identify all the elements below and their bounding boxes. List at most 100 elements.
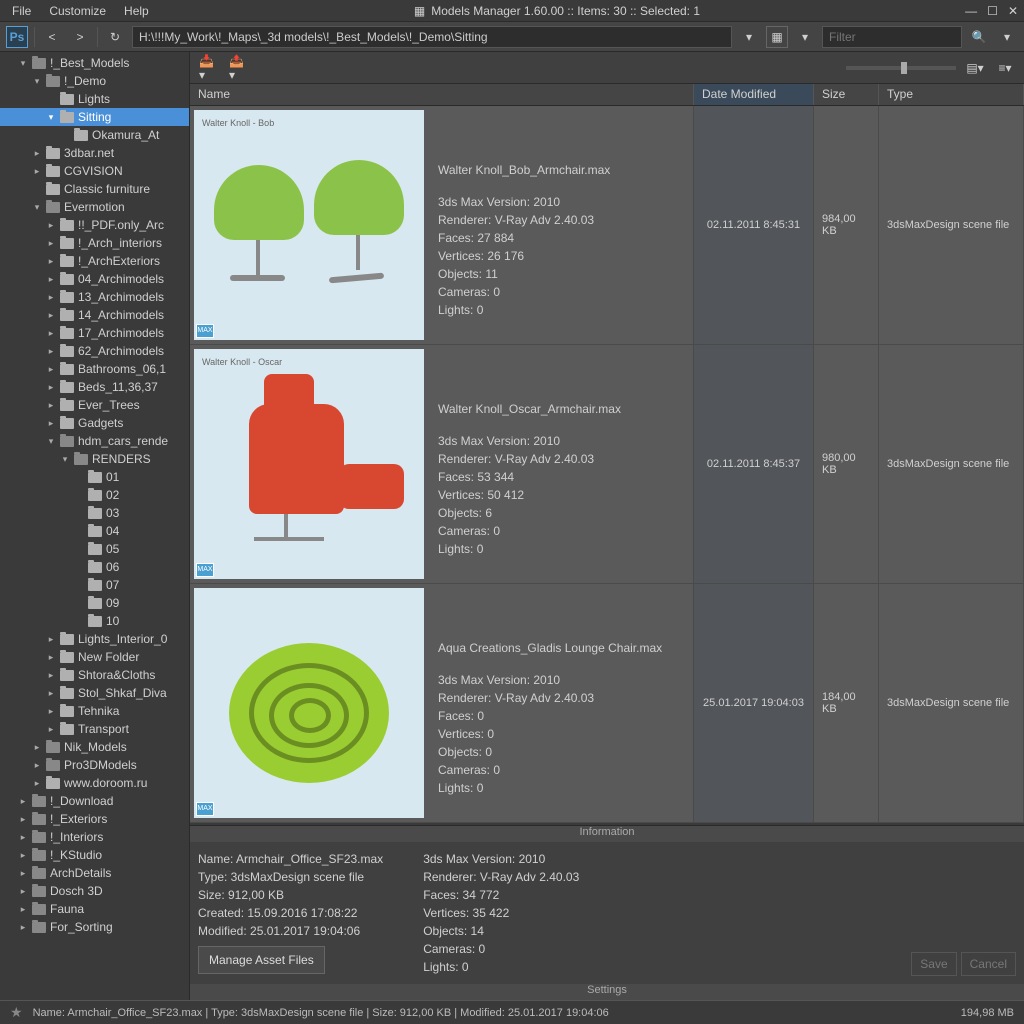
- search-button[interactable]: 🔍: [968, 26, 990, 48]
- expander-icon[interactable]: ▸: [32, 760, 42, 771]
- expander-icon[interactable]: ▸: [18, 832, 28, 843]
- path-dropdown-button[interactable]: ▾: [738, 26, 760, 48]
- tree-item[interactable]: ▸!_Download: [0, 792, 189, 810]
- file-row[interactable]: Walter Knoll - Oscar MAX Walter Knoll_Os…: [190, 345, 1024, 584]
- tree-item[interactable]: 09: [0, 594, 189, 612]
- tree-item[interactable]: Classic furniture: [0, 180, 189, 198]
- expander-icon[interactable]: ▸: [18, 814, 28, 825]
- expander-icon[interactable]: ▸: [46, 400, 56, 411]
- tree-item[interactable]: ▸17_Archimodels: [0, 324, 189, 342]
- tree-item[interactable]: ▸Dosch 3D: [0, 882, 189, 900]
- expander-icon[interactable]: ▸: [18, 886, 28, 897]
- tree-item[interactable]: ▾Sitting: [0, 108, 189, 126]
- thumbnail[interactable]: Walter Knoll - Bob MAX: [194, 110, 424, 340]
- expander-icon[interactable]: ▾: [46, 436, 56, 447]
- expander-icon[interactable]: ▸: [46, 238, 56, 249]
- expander-icon[interactable]: ▸: [18, 868, 28, 879]
- expander-icon[interactable]: ▸: [46, 652, 56, 663]
- tree-item[interactable]: ▸!_Arch_interiors: [0, 234, 189, 252]
- tree-item[interactable]: ▸04_Archimodels: [0, 270, 189, 288]
- filter-input[interactable]: [822, 26, 962, 48]
- tree-item[interactable]: 07: [0, 576, 189, 594]
- grid-view-dropdown[interactable]: ▾: [794, 26, 816, 48]
- tree-item[interactable]: ▸Fauna: [0, 900, 189, 918]
- expander-icon[interactable]: ▸: [46, 364, 56, 375]
- expander-icon[interactable]: ▸: [18, 796, 28, 807]
- tree-item[interactable]: Lights: [0, 90, 189, 108]
- expander-icon[interactable]: ▸: [46, 418, 56, 429]
- tree-item[interactable]: ▸For_Sorting: [0, 918, 189, 936]
- expander-icon[interactable]: ▸: [46, 382, 56, 393]
- import-button[interactable]: 📥▾: [198, 57, 220, 79]
- expander-icon[interactable]: ▸: [46, 310, 56, 321]
- tree-item[interactable]: ▸Transport: [0, 720, 189, 738]
- expander-icon[interactable]: ▸: [32, 166, 42, 177]
- maximize-button[interactable]: ☐: [987, 4, 998, 18]
- tree-item[interactable]: ▸62_Archimodels: [0, 342, 189, 360]
- expander-icon[interactable]: ▸: [46, 328, 56, 339]
- tree-item[interactable]: ▸Stol_Shkaf_Diva: [0, 684, 189, 702]
- settings-panel-header[interactable]: Settings: [190, 984, 1024, 1000]
- expander-icon[interactable]: ▾: [32, 76, 42, 87]
- expander-icon[interactable]: ▾: [18, 58, 28, 69]
- tree-item[interactable]: 05: [0, 540, 189, 558]
- tree-item[interactable]: ▸New Folder: [0, 648, 189, 666]
- expander-icon[interactable]: ▸: [46, 670, 56, 681]
- tree-item[interactable]: ▸ArchDetails: [0, 864, 189, 882]
- tree-item[interactable]: ▸Bathrooms_06,1: [0, 360, 189, 378]
- expander-icon[interactable]: ▸: [46, 256, 56, 267]
- expander-icon[interactable]: ▾: [46, 112, 56, 123]
- column-name[interactable]: Name: [190, 84, 694, 105]
- tree-item[interactable]: 03: [0, 504, 189, 522]
- folder-tree[interactable]: ▾!_Best_Models▾!_DemoLights▾SittingOkamu…: [0, 52, 190, 1000]
- menu-help[interactable]: Help: [124, 4, 149, 18]
- column-type[interactable]: Type: [879, 84, 1024, 105]
- thumbnail[interactable]: Walter Knoll - Oscar MAX: [194, 349, 424, 579]
- tree-item[interactable]: ▸!_Interiors: [0, 828, 189, 846]
- tree-item[interactable]: ▾RENDERS: [0, 450, 189, 468]
- tree-item[interactable]: ▸Beds_11,36,37: [0, 378, 189, 396]
- tree-item[interactable]: Okamura_At: [0, 126, 189, 144]
- file-row[interactable]: Walter Knoll - Bob MAX Walter Knoll_Bob_…: [190, 106, 1024, 345]
- tree-item[interactable]: ▸3dbar.net: [0, 144, 189, 162]
- expander-icon[interactable]: ▸: [46, 724, 56, 735]
- search-dropdown[interactable]: ▾: [996, 26, 1018, 48]
- menu-customize[interactable]: Customize: [49, 4, 106, 18]
- tree-item[interactable]: ▸!_KStudio: [0, 846, 189, 864]
- expander-icon[interactable]: ▸: [46, 292, 56, 303]
- expander-icon[interactable]: ▸: [46, 346, 56, 357]
- expander-icon[interactable]: ▸: [18, 904, 28, 915]
- expander-icon[interactable]: ▸: [32, 742, 42, 753]
- close-button[interactable]: ✕: [1008, 4, 1018, 18]
- minimize-button[interactable]: —: [965, 4, 977, 18]
- tree-item[interactable]: ▸Lights_Interior_0: [0, 630, 189, 648]
- tree-item[interactable]: ▾!_Demo: [0, 72, 189, 90]
- tree-item[interactable]: ▸Tehnika: [0, 702, 189, 720]
- expander-icon[interactable]: ▾: [32, 202, 42, 213]
- expander-icon[interactable]: ▸: [46, 274, 56, 285]
- expander-icon[interactable]: ▸: [46, 220, 56, 231]
- info-panel-header[interactable]: Information: [190, 826, 1024, 842]
- expander-icon[interactable]: ▾: [60, 454, 70, 465]
- tree-item[interactable]: ▸Gadgets: [0, 414, 189, 432]
- tree-item[interactable]: ▾hdm_cars_rende: [0, 432, 189, 450]
- file-list[interactable]: Walter Knoll - Bob MAX Walter Knoll_Bob_…: [190, 106, 1024, 825]
- refresh-button[interactable]: ↻: [104, 26, 126, 48]
- export-button[interactable]: 📤▾: [228, 57, 250, 79]
- tree-item[interactable]: 04: [0, 522, 189, 540]
- menu-file[interactable]: File: [12, 4, 31, 18]
- file-row[interactable]: MAX Aqua Creations_Gladis Lounge Chair.m…: [190, 584, 1024, 823]
- tree-item[interactable]: ▸Nik_Models: [0, 738, 189, 756]
- tree-item[interactable]: ▸Ever_Trees: [0, 396, 189, 414]
- nav-back-button[interactable]: <: [41, 26, 63, 48]
- tree-item[interactable]: ▸www.doroom.ru: [0, 774, 189, 792]
- expander-icon[interactable]: ▸: [32, 148, 42, 159]
- manage-asset-files-button[interactable]: Manage Asset Files: [198, 946, 325, 974]
- tree-item[interactable]: ▸13_Archimodels: [0, 288, 189, 306]
- tree-item[interactable]: ▸!!_PDF.only_Arc: [0, 216, 189, 234]
- tree-item[interactable]: ▾Evermotion: [0, 198, 189, 216]
- tree-item[interactable]: 06: [0, 558, 189, 576]
- tree-item[interactable]: ▸14_Archimodels: [0, 306, 189, 324]
- tree-item[interactable]: ▸CGVISION: [0, 162, 189, 180]
- ps-button[interactable]: Ps: [6, 26, 28, 48]
